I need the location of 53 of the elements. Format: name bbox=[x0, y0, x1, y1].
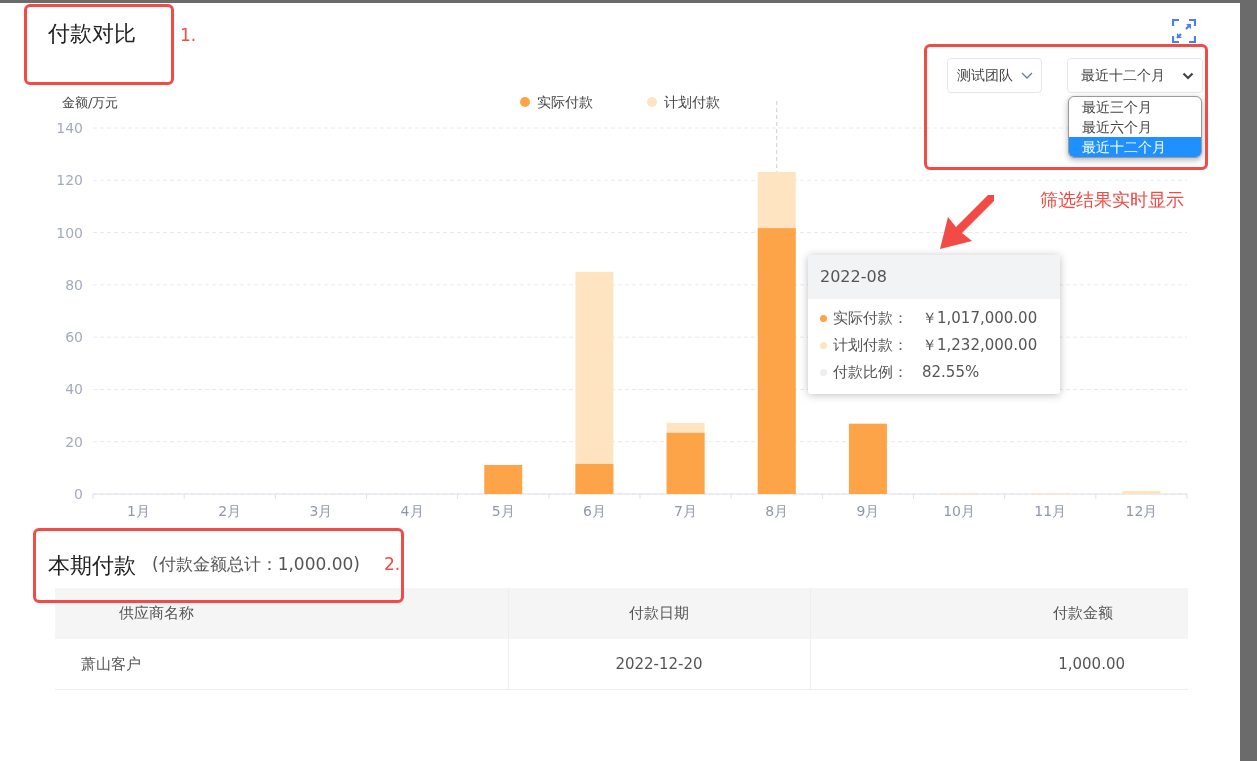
fullscreen-icon[interactable] bbox=[1172, 19, 1196, 43]
axis-tick-label: 20 bbox=[65, 433, 83, 450]
dropdown-option[interactable]: 最近三个月 bbox=[1069, 97, 1201, 117]
axis-tick-label: 10月 bbox=[943, 503, 975, 519]
axis-tick-label: 4月 bbox=[400, 503, 424, 519]
axis-tick-label: 0 bbox=[74, 486, 83, 502]
axis-tick-label: 140 bbox=[56, 120, 83, 136]
tooltip-value: ￥1,017,000.00 bbox=[922, 308, 1038, 329]
section-title: 本期付款 bbox=[48, 551, 136, 580]
annotation-arrow bbox=[938, 193, 996, 251]
axis-tick-label: 60 bbox=[65, 329, 83, 346]
axis-tick-label: 120 bbox=[56, 172, 83, 189]
tooltip-label: 付款比例： bbox=[833, 362, 908, 383]
annotation-label: 1. bbox=[180, 23, 197, 47]
axis-tick-label: 1月 bbox=[127, 503, 151, 519]
tooltip-label: 实际付款： bbox=[833, 308, 908, 329]
chart-bar bbox=[1122, 490, 1161, 494]
chart-bar bbox=[848, 423, 887, 494]
tooltip-value: ￥1,232,000.00 bbox=[922, 335, 1038, 356]
chevron-down-icon bbox=[1021, 71, 1033, 80]
legend-label[interactable]: 实际付款 bbox=[537, 94, 593, 110]
column-header: 供应商名称 bbox=[55, 588, 508, 639]
table-cell: 萧山客户 bbox=[55, 639, 508, 689]
dropdown-option[interactable]: 最近六个月 bbox=[1069, 117, 1201, 137]
axis-tick-label: 11月 bbox=[1034, 503, 1067, 519]
column-header: 付款日期 bbox=[508, 588, 810, 639]
axis-tick-label: 7月 bbox=[674, 503, 698, 519]
table-cell: 2022-12-20 bbox=[508, 639, 810, 689]
axis-tick-label: 3月 bbox=[309, 503, 333, 519]
dialog-title: 付款对比 bbox=[48, 20, 136, 48]
annotation-label: 2. bbox=[383, 553, 401, 577]
team-select[interactable]: 测试团队 bbox=[947, 58, 1042, 93]
axis-tick-label: 40 bbox=[65, 381, 83, 398]
tooltip-value: 82.55% bbox=[922, 362, 980, 383]
axis-tick-label: 8月 bbox=[765, 503, 789, 519]
axis-tick-label: 5月 bbox=[491, 503, 515, 519]
chart-bar bbox=[484, 465, 523, 494]
axis-tick-label: 12月 bbox=[1125, 503, 1158, 519]
tooltip-title: 2022-08 bbox=[808, 255, 1060, 299]
legend-label[interactable]: 计划付款 bbox=[664, 94, 720, 110]
total-summary: (付款金额总计：1,000.00) bbox=[152, 553, 360, 577]
axis-tick-label: 100 bbox=[56, 224, 83, 241]
axis-tick-label: 2月 bbox=[218, 503, 242, 519]
tooltip-label: 计划付款： bbox=[833, 335, 908, 356]
chevron-down-icon bbox=[1182, 71, 1194, 80]
axis-tick-label: 6月 bbox=[582, 503, 606, 519]
annotation-label: 筛选结果实时显示 bbox=[1040, 188, 1184, 212]
column-header: 付款金额 bbox=[810, 588, 1188, 639]
axis-title: 金额/万元 bbox=[62, 95, 119, 110]
table-cell: 1,000.00 bbox=[810, 639, 1188, 689]
period-select[interactable]: 最近十二个月 bbox=[1067, 58, 1203, 93]
axis-tick-label: 80 bbox=[65, 276, 83, 293]
axis-tick-label: 9月 bbox=[856, 503, 880, 519]
